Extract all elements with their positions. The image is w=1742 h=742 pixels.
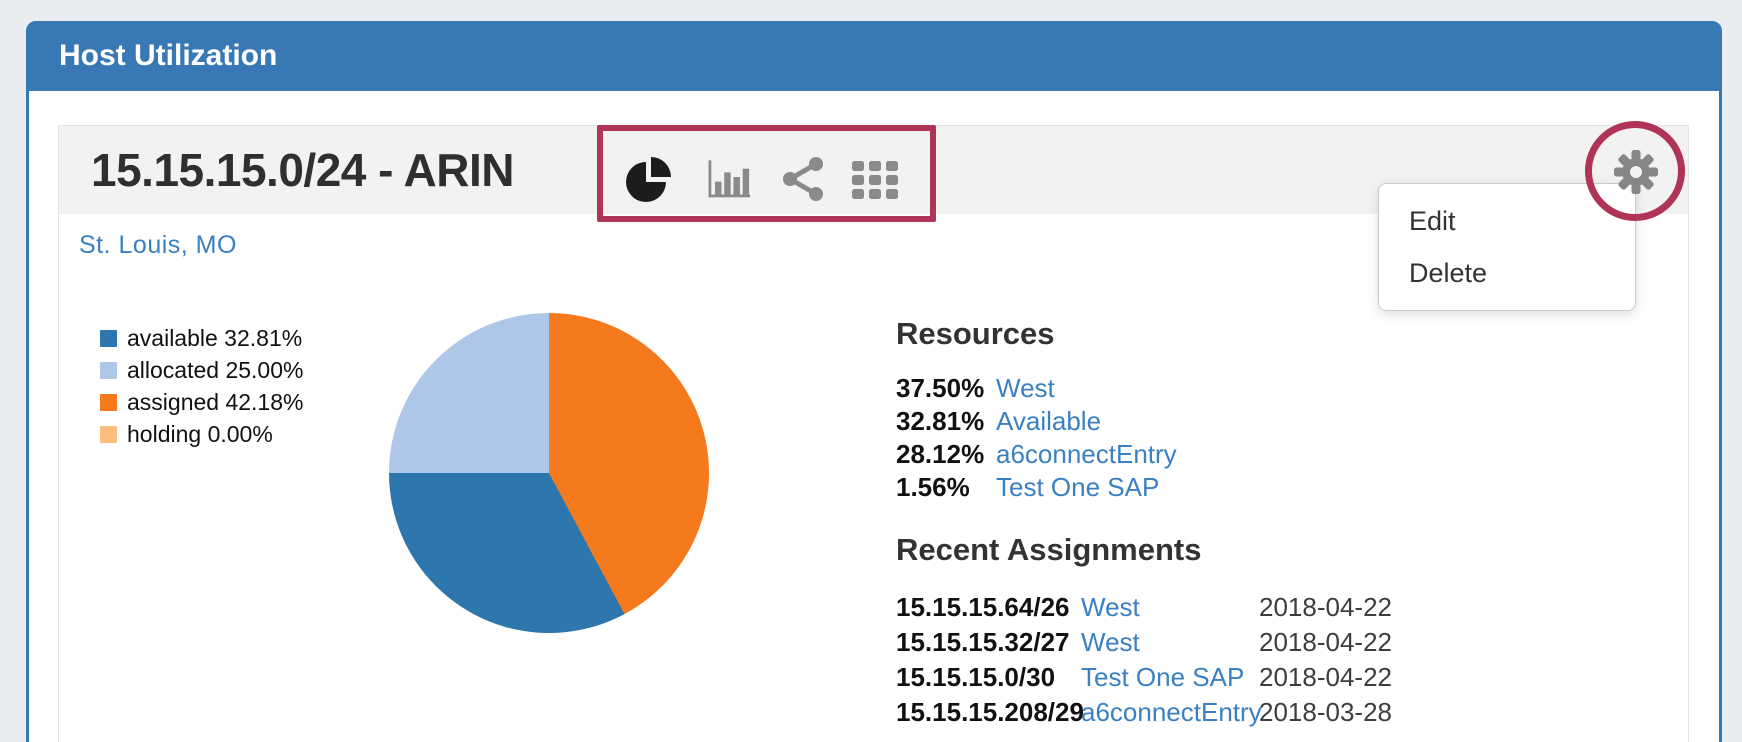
- assignment-row: 15.15.15.32/27West2018-04-22: [896, 625, 1456, 660]
- assignment-date: 2018-03-28: [1259, 697, 1392, 727]
- resource-row: 37.50%West: [896, 372, 1456, 405]
- assignment-date: 2018-04-22: [1259, 627, 1392, 657]
- legend-swatch-available: [100, 330, 117, 347]
- resource-pct: 37.50%: [896, 372, 996, 405]
- legend-label: allocated 25.00%: [127, 357, 303, 383]
- share-view-icon[interactable]: [780, 155, 828, 203]
- panel-header: Host Utilization: [29, 24, 1719, 91]
- assignment-cidr: 15.15.15.32/27: [896, 625, 1081, 660]
- resource-row: 28.12%a6connectEntry: [896, 438, 1456, 471]
- assignment-date: 2018-04-22: [1259, 662, 1392, 692]
- assignment-link[interactable]: a6connectEntry: [1081, 695, 1259, 730]
- resources-list: 37.50%West 32.81%Available 28.12%a6conne…: [896, 372, 1456, 504]
- pie-chart[interactable]: [389, 313, 709, 633]
- block-title: 15.15.15.0/24 - ARIN: [91, 126, 514, 214]
- menu-item-edit[interactable]: Edit: [1379, 195, 1635, 247]
- assignment-link[interactable]: Test One SAP: [1081, 660, 1259, 695]
- pie-legend: available 32.81% allocated 25.00% assign…: [100, 322, 303, 450]
- assignment-cidr: 15.15.15.64/26: [896, 590, 1081, 625]
- assignments-heading: Recent Assignments: [896, 532, 1456, 568]
- panel-title: Host Utilization: [59, 39, 277, 72]
- legend-swatch-allocated: [100, 362, 117, 379]
- details-column: Resources 37.50%West 32.81%Available 28.…: [896, 316, 1456, 730]
- assignment-row: 15.15.15.0/30Test One SAP2018-04-22: [896, 660, 1456, 695]
- resources-heading: Resources: [896, 316, 1456, 352]
- resource-link[interactable]: Test One SAP: [996, 472, 1159, 502]
- resource-row: 1.56%Test One SAP: [896, 471, 1456, 504]
- resource-link[interactable]: Available: [996, 406, 1101, 436]
- resource-pct: 28.12%: [896, 438, 996, 471]
- grid-view-icon[interactable]: [851, 155, 899, 203]
- assignment-link[interactable]: West: [1081, 590, 1259, 625]
- location-link[interactable]: St. Louis, MO: [79, 231, 237, 260]
- menu-item-delete[interactable]: Delete: [1379, 247, 1635, 299]
- assignment-row: 15.15.15.64/26West2018-04-22: [896, 590, 1456, 625]
- legend-swatch-assigned: [100, 394, 117, 411]
- assignment-cidr: 15.15.15.208/29: [896, 695, 1081, 730]
- gear-context-menu: Edit Delete: [1378, 183, 1636, 311]
- resource-link[interactable]: West: [996, 373, 1055, 403]
- legend-item: assigned 42.18%: [100, 386, 303, 418]
- assignment-date: 2018-04-22: [1259, 592, 1392, 622]
- page: Host Utilization 15.15.15.0/24 - ARIN: [0, 0, 1742, 742]
- gear-icon[interactable]: [1610, 146, 1662, 198]
- assignment-cidr: 15.15.15.0/30: [896, 660, 1081, 695]
- resource-pct: 32.81%: [896, 405, 996, 438]
- legend-label: assigned 42.18%: [127, 389, 303, 415]
- pie-chart-view-icon[interactable]: [625, 155, 673, 203]
- legend-item: available 32.81%: [100, 322, 303, 354]
- assignment-link[interactable]: West: [1081, 625, 1259, 660]
- resource-row: 32.81%Available: [896, 405, 1456, 438]
- legend-label: holding 0.00%: [127, 421, 273, 447]
- legend-item: allocated 25.00%: [100, 354, 303, 386]
- legend-swatch-holding: [100, 426, 117, 443]
- resource-link[interactable]: a6connectEntry: [996, 439, 1177, 469]
- resource-pct: 1.56%: [896, 471, 996, 504]
- bar-chart-view-icon[interactable]: [703, 153, 751, 201]
- legend-label: available 32.81%: [127, 325, 302, 351]
- assignments-list: 15.15.15.64/26West2018-04-22 15.15.15.32…: [896, 590, 1456, 730]
- assignment-row: 15.15.15.208/29a6connectEntry2018-03-28: [896, 695, 1456, 730]
- legend-item: holding 0.00%: [100, 418, 303, 450]
